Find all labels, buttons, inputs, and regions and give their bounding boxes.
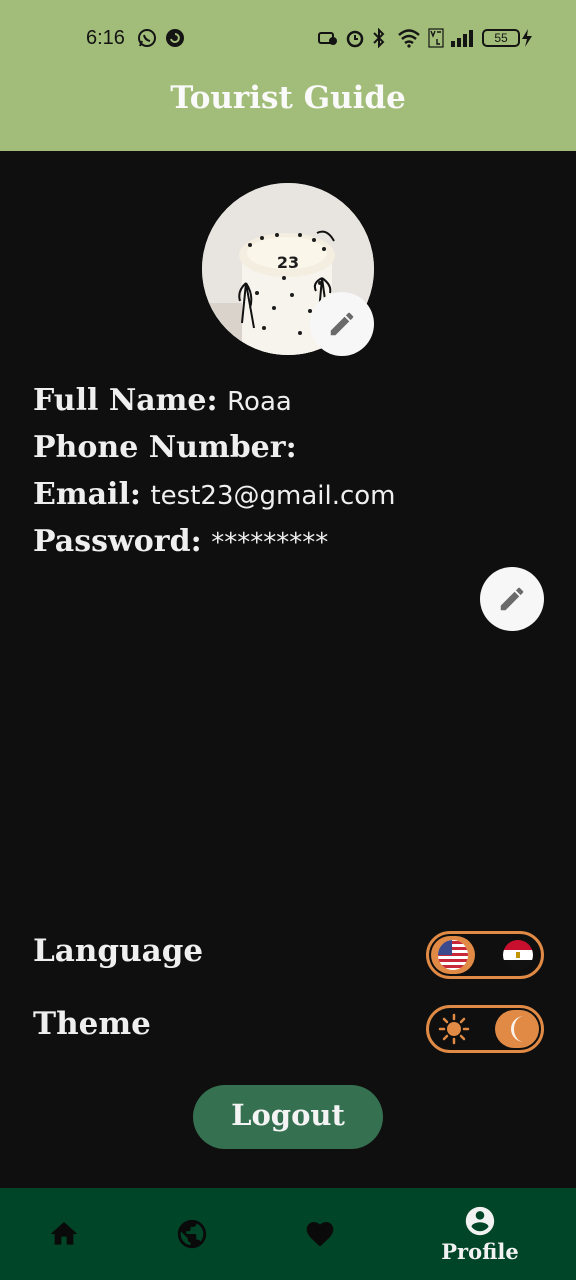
bluetooth-icon [373, 28, 385, 48]
app-title: Tourist Guide [170, 80, 406, 116]
email-row: Email: test23@gmail.com [33, 475, 396, 522]
moon-icon [503, 1012, 537, 1046]
nav-profile-label: Profile [441, 1239, 519, 1264]
language-label: Language [33, 933, 204, 969]
bottom-nav: Profile [0, 1188, 576, 1280]
signal-icon [451, 30, 473, 47]
password-row: Password: ********* [33, 522, 396, 569]
nav-favorites[interactable] [292, 1188, 348, 1280]
charging-icon [522, 29, 532, 47]
full-name-value: Roaa [227, 387, 292, 417]
data-saver-icon [318, 32, 337, 45]
volte-icon [428, 28, 444, 48]
status-bar: 6:16 55 [0, 0, 576, 78]
status-time: 6:16 [86, 27, 125, 49]
nav-home[interactable] [36, 1188, 92, 1280]
sun-icon [437, 1012, 471, 1046]
alarm-icon [346, 30, 364, 48]
pencil-icon [330, 312, 354, 336]
app-notification-icon [166, 29, 184, 47]
pencil-icon [500, 587, 524, 611]
cake-number: 23 [277, 253, 299, 272]
phone-label: Phone Number: [33, 430, 297, 465]
password-value: ********* [211, 528, 329, 558]
language-toggle[interactable] [426, 931, 544, 979]
full-name-row: Full Name: Roaa [33, 381, 396, 428]
profile-icon [465, 1206, 495, 1236]
home-icon [50, 1222, 78, 1245]
edit-profile-button[interactable] [480, 567, 544, 631]
battery-level: 55 [494, 31, 508, 45]
globe-icon [177, 1219, 207, 1249]
whatsapp-icon [138, 29, 156, 47]
egypt-flag-icon [501, 938, 535, 972]
logout-button[interactable]: Logout [193, 1085, 383, 1149]
email-label: Email: [33, 477, 141, 512]
us-flag-icon [436, 938, 470, 972]
full-name-label: Full Name: [33, 383, 218, 418]
password-label: Password: [33, 524, 202, 559]
phone-row: Phone Number: [33, 428, 396, 475]
heart-icon [306, 1222, 334, 1247]
profile-info: Full Name: Roaa Phone Number: Email: tes… [33, 381, 396, 569]
nav-explore[interactable] [164, 1188, 220, 1280]
email-value: test23@gmail.com [150, 481, 396, 511]
edit-photo-button[interactable] [310, 292, 374, 356]
theme-toggle[interactable] [426, 1005, 544, 1053]
app-header: 6:16 55 Tourist Guide [0, 0, 576, 151]
nav-profile[interactable]: Profile [430, 1188, 530, 1280]
theme-label: Theme [33, 1006, 151, 1042]
wifi-icon [398, 29, 420, 48]
battery-indicator: 55 [482, 29, 520, 47]
